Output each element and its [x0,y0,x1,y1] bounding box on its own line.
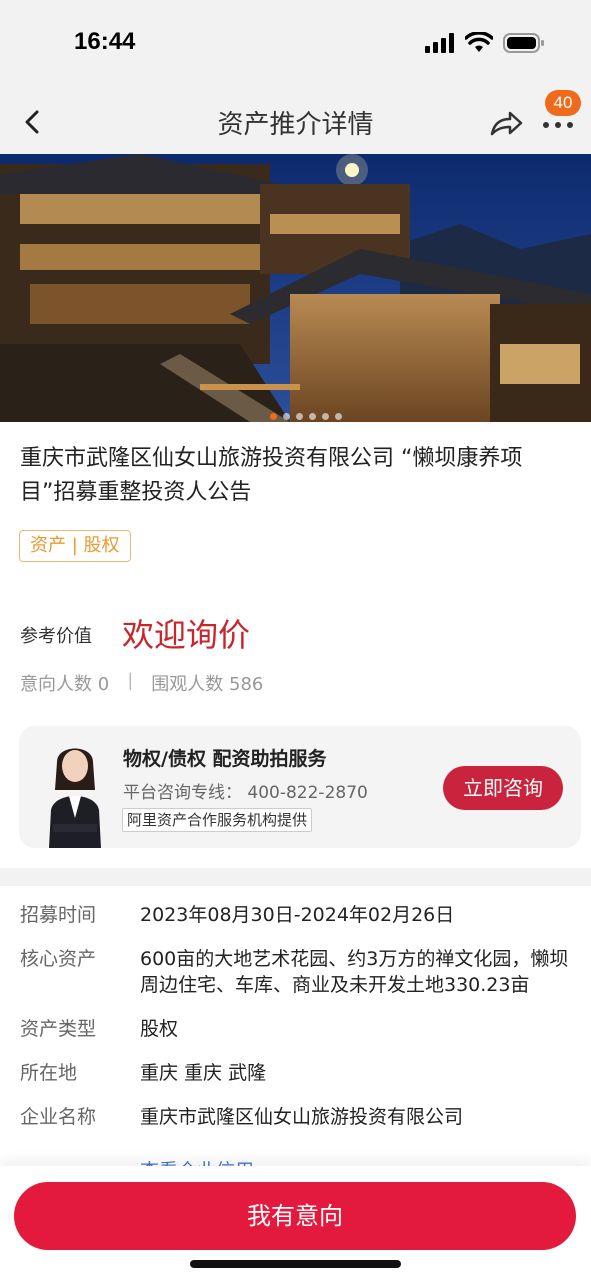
status-time: 16:44 [74,28,136,55]
stats-row: 意向人数 0 | 围观人数 586 [20,670,263,696]
info-label: 核心资产 [20,948,97,970]
intent-button[interactable]: 我有意向 [14,1182,576,1250]
carousel-dot [270,413,277,420]
home-indicator [190,1260,401,1268]
status-bar: 16:44 [0,0,591,90]
info-list: 招募时间 2023年08月30日-2024年02月26日 核心资产 600亩的大… [20,902,576,1182]
reference-value-label: 参考价值 [20,626,92,647]
stats-separator: | [127,670,134,691]
section-divider [0,868,591,886]
service-provider: 阿里资产合作服务机构提供 [122,808,313,832]
info-label: 所在地 [20,1062,78,1084]
info-row-company: 企业名称 重庆市武隆区仙女山旅游投资有限公司 [20,1104,576,1130]
signal-icon [425,33,454,53]
carousel-dot [322,413,329,420]
carousel-dot [309,413,316,420]
info-value: 重庆 重庆 武隆 [140,1062,267,1084]
service-phone[interactable]: 平台咨询专线： 400-822-2870 [123,778,368,803]
consult-button[interactable]: 立即咨询 [443,766,563,810]
carousel-indicator [270,413,342,420]
info-value: 2023年08月30日-2024年02月26日 [140,904,455,926]
view-count: 围观人数 586 [151,674,264,695]
carousel-dot [296,413,303,420]
service-title: 物权/债权 配资助拍服务 [123,748,327,770]
nav-bar: 资产推介详情 40 [0,90,591,154]
info-label: 资产类型 [20,1018,97,1040]
info-value: 股权 [140,1018,179,1040]
resort-photo [0,154,591,422]
battery-icon [503,33,544,53]
hero-image[interactable] [0,154,591,422]
status-icons [425,32,545,54]
reference-value: 欢迎询价 [122,616,251,654]
info-row-asset-type: 资产类型 股权 [20,1016,576,1042]
info-label: 企业名称 [20,1106,97,1128]
bottom-bar: 我有意向 [0,1166,591,1280]
category-tag: 资产 | 股权 [19,530,131,562]
project-title: 重庆市武隆区仙女山旅游投资有限公司 “懒坝康养项目”招募重整投资人公告 [20,446,523,505]
info-label: 招募时间 [20,904,97,926]
info-row-location: 所在地 重庆 重庆 武隆 [20,1060,576,1086]
intent-count: 意向人数 0 [20,674,110,695]
info-value: 重庆市武隆区仙女山旅游投资有限公司 [140,1106,464,1128]
agent-avatar [49,748,101,848]
info-row-core-assets: 核心资产 600亩的大地艺术花园、约3万方的禅文化园，懒坝周边住宅、车库、商业及… [20,946,576,998]
service-card[interactable]: 物权/债权 配资助拍服务 平台咨询专线： 400-822-2870 阿里资产合作… [19,726,581,848]
carousel-dot [283,413,290,420]
info-row-recruit-time: 招募时间 2023年08月30日-2024年02月26日 [20,902,576,928]
info-value: 600亩的大地艺术花园、约3万方的禅文化园，懒坝周边住宅、车库、商业及未开发土地… [140,948,569,996]
wifi-icon [465,32,493,52]
share-icon[interactable] [488,104,524,140]
carousel-dot [335,413,342,420]
message-badge: 40 [545,90,581,116]
